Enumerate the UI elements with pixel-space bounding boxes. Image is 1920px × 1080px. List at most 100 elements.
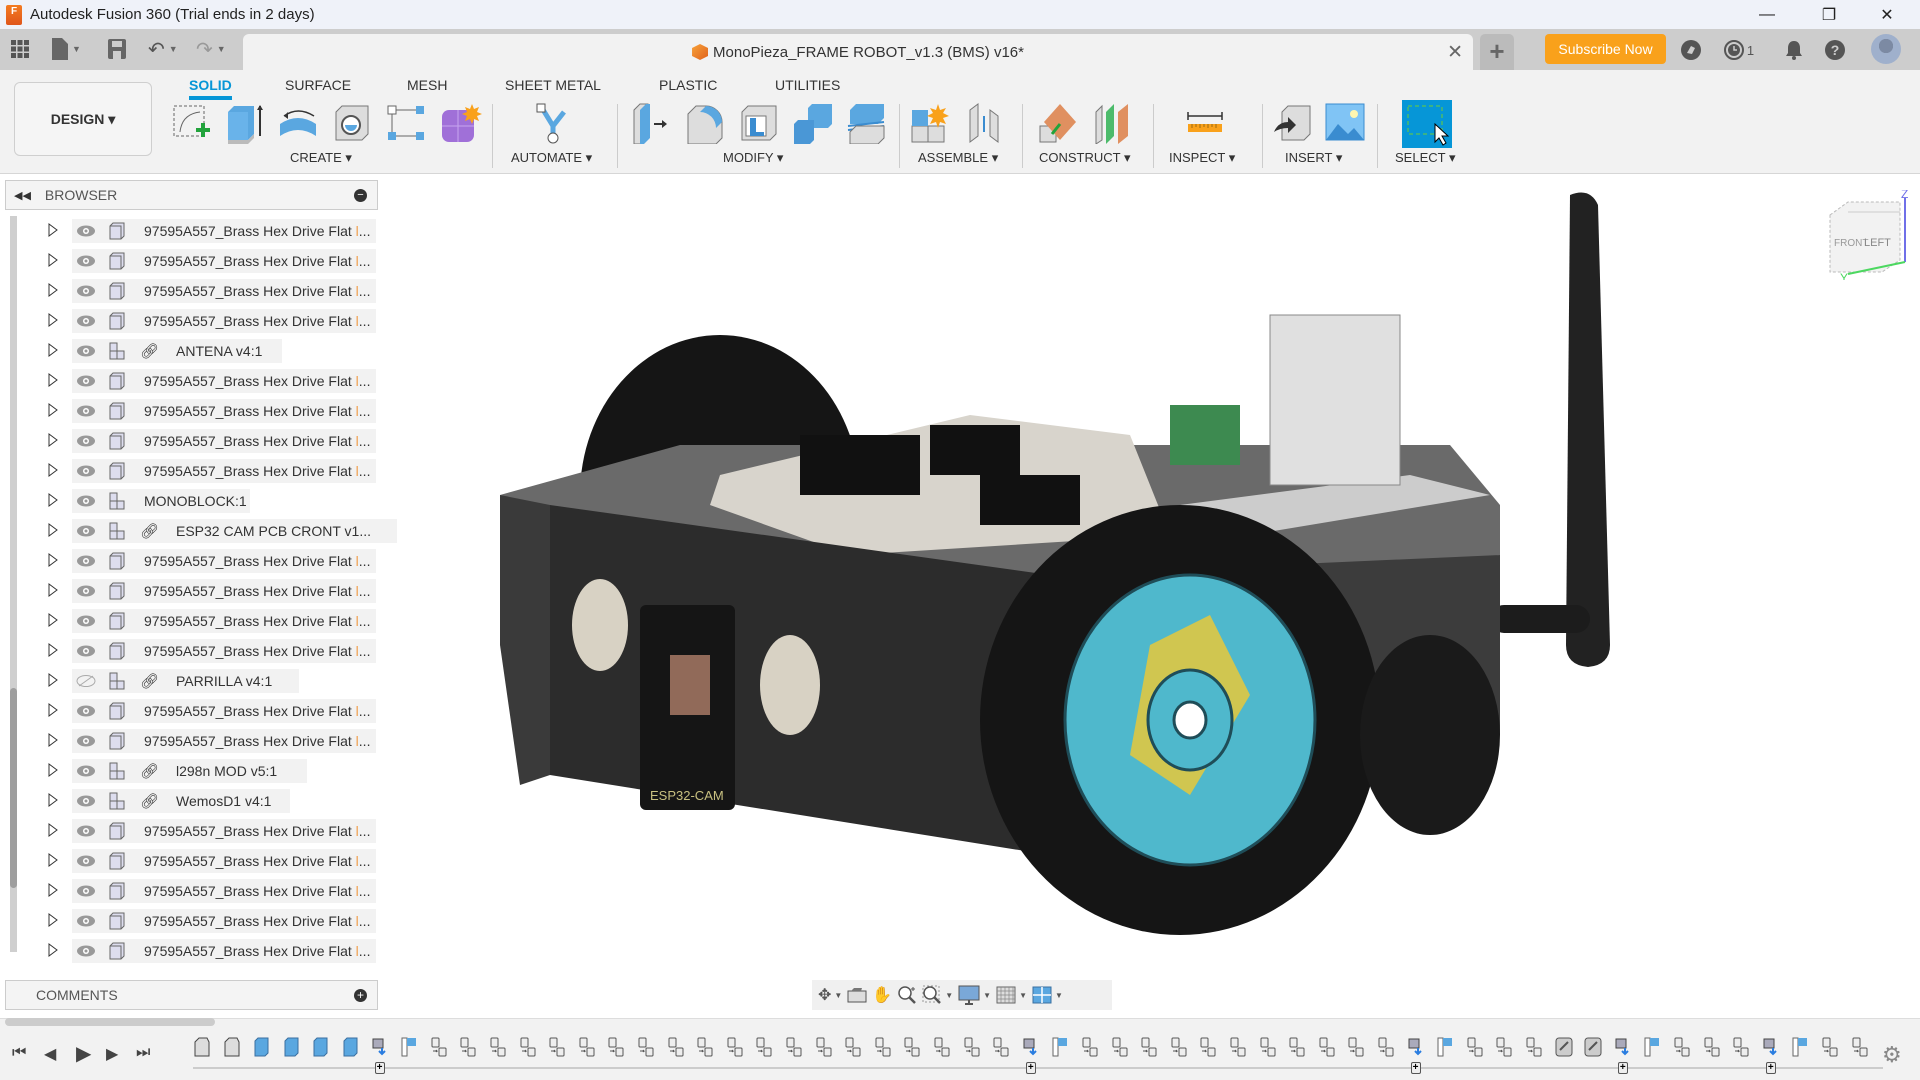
modify-group-menu[interactable]: MODIFY ▾: [723, 150, 783, 166]
viewcube[interactable]: FRONT LEFT Z Y: [1820, 190, 1920, 280]
timeline-first-button[interactable]: ⏮: [12, 1044, 26, 1062]
expand-arrow-icon[interactable]: [48, 793, 58, 807]
browser-item[interactable]: 97595A557_Brass Hex Drive Flat l...: [0, 816, 380, 846]
copy-component-feature-icon[interactable]: [1346, 1036, 1366, 1058]
tab-sheet-metal[interactable]: SHEET METAL: [505, 74, 601, 100]
expand-arrow-icon[interactable]: [48, 913, 58, 927]
measure-button[interactable]: [1184, 102, 1226, 144]
visibility-eye-icon[interactable]: [76, 765, 96, 777]
copy-component-feature-icon[interactable]: [814, 1036, 834, 1058]
copy-component-feature-icon[interactable]: [873, 1036, 893, 1058]
browser-item[interactable]: 97595A557_Brass Hex Drive Flat l...: [0, 246, 380, 276]
visibility-eye-icon[interactable]: [76, 735, 96, 747]
browser-item[interactable]: 🔗︎ ANTENA v4:1: [0, 336, 380, 366]
midplane-button[interactable]: [1092, 102, 1134, 145]
joint-feature-icon[interactable]: [1554, 1036, 1574, 1058]
copy-component-feature-icon[interactable]: [1850, 1036, 1870, 1058]
collapse-browser-icon[interactable]: ◀◀: [14, 189, 31, 202]
job-status-button[interactable]: 1: [1722, 38, 1756, 62]
notifications-bell-icon[interactable]: [1782, 38, 1806, 62]
copy-component-feature-icon[interactable]: [1376, 1036, 1396, 1058]
construct-group-menu[interactable]: CONSTRUCT ▾: [1039, 150, 1131, 166]
pattern-button[interactable]: [386, 102, 428, 144]
revolve-button[interactable]: [278, 102, 320, 144]
tab-plastic[interactable]: PLASTIC: [659, 74, 717, 100]
timeline-scrollbar[interactable]: [5, 1018, 215, 1026]
expand-arrow-icon[interactable]: [48, 493, 58, 507]
expand-arrow-icon[interactable]: [48, 553, 58, 567]
timeline-group-marker[interactable]: +: [1765, 1062, 1776, 1074]
extrude-button[interactable]: [224, 102, 266, 144]
expand-arrow-icon[interactable]: [48, 583, 58, 597]
add-comment-icon[interactable]: +: [354, 989, 367, 1002]
browser-item[interactable]: 97595A557_Brass Hex Drive Flat l...: [0, 846, 380, 876]
visibility-eye-icon[interactable]: [76, 615, 96, 627]
copy-component-feature-icon[interactable]: [666, 1036, 686, 1058]
sketch-flag-feature-icon[interactable]: [399, 1036, 419, 1058]
user-avatar[interactable]: [1871, 34, 1901, 64]
copy-component-feature-icon[interactable]: [488, 1036, 508, 1058]
robot-3d-model[interactable]: ESP32-CAM: [490, 175, 1630, 935]
visibility-eye-icon[interactable]: [76, 945, 96, 957]
browser-item[interactable]: 97595A557_Brass Hex Drive Flat l...: [0, 726, 380, 756]
expand-arrow-icon[interactable]: [48, 943, 58, 957]
fit-icon[interactable]: ▼: [922, 984, 953, 1006]
visibility-eye-icon[interactable]: [76, 885, 96, 897]
grid-settings-icon[interactable]: ▼: [996, 984, 1027, 1006]
browser-item[interactable]: 🔗︎ ESP32 CAM PCB CRONT v1...: [0, 516, 397, 546]
new-component-button[interactable]: [910, 102, 952, 144]
copy-component-feature-icon[interactable]: [606, 1036, 626, 1058]
expand-arrow-icon[interactable]: [48, 283, 58, 297]
copy-component-feature-icon[interactable]: [784, 1036, 804, 1058]
derive-feature-icon[interactable]: [1761, 1036, 1781, 1058]
inspect-group-menu[interactable]: INSPECT ▾: [1169, 150, 1235, 166]
joint-button[interactable]: [964, 102, 1006, 144]
visibility-eye-icon[interactable]: [76, 285, 96, 297]
copy-component-feature-icon[interactable]: [636, 1036, 656, 1058]
file-menu-button[interactable]: ▼: [52, 37, 81, 61]
expand-arrow-icon[interactable]: [48, 223, 58, 237]
timeline-group-marker[interactable]: +: [374, 1062, 385, 1074]
assemble-group-menu[interactable]: ASSEMBLE ▾: [918, 150, 998, 166]
browser-item[interactable]: 97595A557_Brass Hex Drive Flat l...: [0, 876, 380, 906]
copy-component-feature-icon[interactable]: [991, 1036, 1011, 1058]
visibility-eye-icon[interactable]: [76, 465, 96, 477]
extrude-feature-icon[interactable]: [340, 1036, 360, 1058]
minimize-button[interactable]: —: [1738, 0, 1796, 29]
visibility-eye-icon[interactable]: [76, 345, 96, 357]
create-group-menu[interactable]: CREATE ▾: [290, 150, 352, 166]
visibility-eye-icon[interactable]: [76, 375, 96, 387]
combine-button[interactable]: [792, 102, 834, 144]
offset-plane-button[interactable]: [1038, 102, 1080, 144]
browser-item[interactable]: 97595A557_Brass Hex Drive Flat l...: [0, 366, 380, 396]
copy-component-feature-icon[interactable]: [1198, 1036, 1218, 1058]
visibility-eye-icon[interactable]: [76, 585, 96, 597]
expand-arrow-icon[interactable]: [48, 343, 58, 357]
sketch-flag-feature-icon[interactable]: [1435, 1036, 1455, 1058]
derive-feature-icon[interactable]: [1406, 1036, 1426, 1058]
browser-item[interactable]: 97595A557_Brass Hex Drive Flat l...: [0, 426, 380, 456]
copy-component-feature-icon[interactable]: [754, 1036, 774, 1058]
pan-icon[interactable]: ✋: [872, 984, 892, 1006]
maximize-button[interactable]: ❐: [1800, 0, 1858, 29]
fillet-button[interactable]: [684, 102, 726, 145]
browser-item[interactable]: 🔗︎ PARRILLA v4:1: [0, 666, 380, 696]
timeline-last-button[interactable]: ⏭: [136, 1044, 150, 1062]
tab-utilities[interactable]: UTILITIES: [775, 74, 840, 100]
derive-feature-icon[interactable]: [1021, 1036, 1041, 1058]
sketch-flag-feature-icon[interactable]: [1642, 1036, 1662, 1058]
extrude-body-feature-icon[interactable]: [222, 1036, 242, 1058]
timeline-previous-button[interactable]: ◀: [44, 1044, 56, 1064]
viewcube-left-face[interactable]: LEFT: [1864, 237, 1891, 249]
copy-component-feature-icon[interactable]: [843, 1036, 863, 1058]
expand-arrow-icon[interactable]: [48, 313, 58, 327]
copy-component-feature-icon[interactable]: [1317, 1036, 1337, 1058]
timeline-group-marker[interactable]: +: [1410, 1062, 1421, 1074]
browser-item[interactable]: 97595A557_Brass Hex Drive Flat l...: [0, 906, 380, 936]
copy-component-feature-icon[interactable]: [1169, 1036, 1189, 1058]
copy-component-feature-icon[interactable]: [1494, 1036, 1514, 1058]
extensions-icon[interactable]: [1679, 38, 1703, 62]
browser-item[interactable]: 97595A557_Brass Hex Drive Flat l...: [0, 696, 380, 726]
visibility-eye-icon[interactable]: [76, 255, 96, 267]
select-button[interactable]: [1402, 100, 1452, 148]
